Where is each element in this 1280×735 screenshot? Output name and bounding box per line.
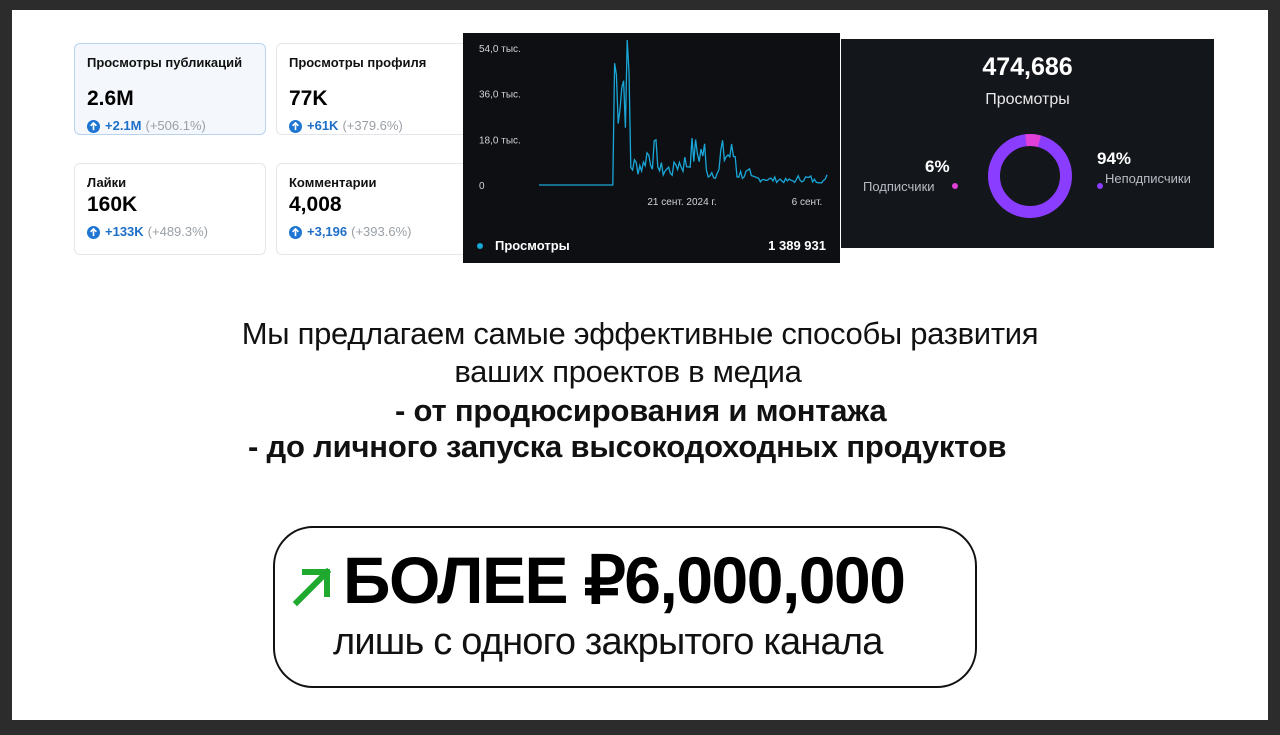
bullet-production: - от продюсирования и монтажа [395,393,887,428]
revenue-pill: БОЛЕЕ ₽6,000,000 лишь с одного закрытого… [273,526,977,688]
arrow-up-icon [87,119,100,133]
delta-absolute: +133K [105,224,144,239]
series-line-views [539,39,828,186]
slice-label-subscribers: Подписчики [863,179,935,194]
delta-absolute: +2.1M [105,118,142,133]
delta-absolute: +3,196 [307,224,348,239]
stat-card-delta: +2.1M (+506.1%) [87,119,253,133]
legend-total-value: 1 389 931 [768,238,826,253]
chart-legend: Просмотры 1 389 931 [477,238,826,253]
delta-percent: (+506.1%) [145,118,206,133]
stat-card-value: 77K [289,87,328,110]
arrow-up-icon [289,225,302,239]
arrow-up-icon [87,225,100,239]
headline-line-2: ваших проектов в медиа [454,354,802,389]
stat-card-profile-views[interactable]: Просмотры профиля 77K +61K (+379.6%) [276,43,468,135]
delta-absolute: +61K [307,118,339,133]
slice-percent-nonsubscribers: 94% [1097,149,1132,168]
stat-card-title: Комментарии [289,175,377,190]
x-tick-label: 6 сент. [792,197,823,208]
stat-card-value: 4,008 [289,193,342,216]
line-chart-svg: 0 18,0 тыс. 36,0 тыс. 54,0 тыс. 21 сент. 20… [479,39,828,208]
delta-percent: (+379.6%) [342,118,403,133]
views-line-chart: 0 18,0 тыс. 36,0 тыс. 54,0 тыс. 21 сент. 20… [463,33,840,263]
delta-percent: (+489.3%) [147,224,209,239]
views-donut-chart: 474,686 Просмотры 6% Подписчики 94% Непо… [841,39,1214,248]
y-tick-label: 54,0 тыс. [479,44,521,55]
stat-card-title: Просмотры профиля [289,55,427,70]
stat-card-delta: +3,196 (+393.6%) [289,225,455,239]
revenue-amount: БОЛЕЕ ₽6,000,000 [343,543,906,617]
stat-card-likes[interactable]: Лайки 160K +133K (+489.3%) [74,163,266,255]
donut-svg [988,134,1072,218]
arrow-up-right-icon [292,567,332,607]
stat-card-post-views[interactable]: Просмотры публикаций 2.6M +2.1M (+506.1%… [74,43,266,135]
stat-card-title: Просмотры публикаций [87,55,243,70]
stat-card-delta: +133K (+489.3%) [87,225,253,239]
headline-line-1: Мы предлагаем самые эффективные способы … [241,316,1039,351]
bullet-launch: - до личного запуска высокодоходных прод… [248,429,1007,464]
revenue-caption: лишь с одного закрытого канала [333,621,883,663]
y-tick-label: 0 [479,181,485,192]
legend-series-label: Просмотры [495,238,570,253]
legend-dot-icon [952,183,958,189]
stat-card-delta: +61K (+379.6%) [289,119,455,133]
donut-total-value: 474,686 [982,53,1073,81]
delta-percent: (+393.6%) [351,224,412,239]
stat-card-value: 160K [87,193,138,216]
legend-dot-icon [1097,183,1103,189]
stat-card-comments[interactable]: Комментарии 4,008 +3,196 (+393.6%) [276,163,468,255]
slide: Просмотры публикаций 2.6M +2.1M (+506.1%… [12,10,1268,720]
slice-percent-subscribers: 6% [925,157,950,176]
y-tick-label: 36,0 тыс. [479,90,521,101]
arrow-up-icon [289,119,302,133]
y-tick-label: 18,0 тыс. [479,135,521,146]
stat-card-value: 2.6M [87,87,134,110]
legend-dot-icon [477,242,483,249]
donut-slice-nonsubscribers [988,134,1072,218]
slice-label-nonsubscribers: Неподписчики [1105,171,1191,186]
stat-card-title: Лайки [87,175,127,190]
x-tick-label: 21 сент. 2024 г. [647,197,716,208]
donut-total-label: Просмотры [985,91,1070,108]
